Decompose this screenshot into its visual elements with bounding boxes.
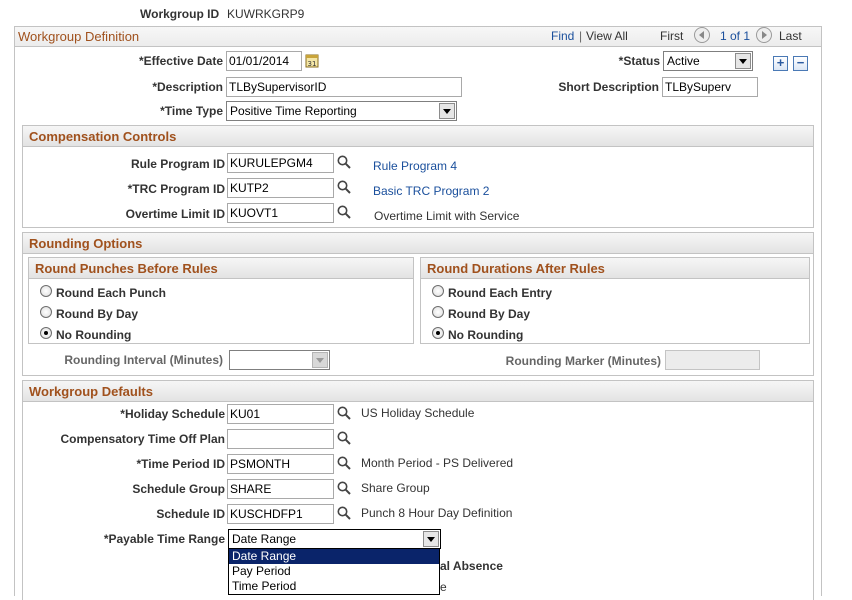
overtime-limit-input[interactable]: KUOVT1	[227, 203, 334, 223]
round-each-punch-radio[interactable]	[40, 285, 52, 297]
round-punches-title: Round Punches Before Rules	[29, 258, 413, 279]
description-input[interactable]: TLBySupervisorID	[226, 77, 462, 97]
trc-program-input[interactable]: KUTP2	[227, 178, 334, 198]
round-each-entry-radio[interactable]	[432, 285, 444, 297]
no-rounding-punch-radio[interactable]	[40, 327, 52, 339]
holiday-schedule-description: US Holiday Schedule	[361, 406, 475, 420]
nav-separator: |	[579, 29, 583, 43]
time-type-label: *Time Type	[160, 104, 223, 118]
short-description-label: Short Description	[558, 80, 659, 94]
rule-program-description[interactable]: Rule Program 4	[373, 159, 457, 173]
time-type-select-value: Positive Time Reporting	[230, 104, 357, 118]
holiday-schedule-label: *Holiday Schedule	[120, 407, 225, 421]
round-durations-title: Round Durations After Rules	[421, 258, 809, 279]
payable-time-range-select[interactable]: Date Range	[228, 529, 441, 549]
schedule-group-description: Share Group	[361, 481, 430, 495]
no-rounding-punch-label: No Rounding	[56, 328, 132, 342]
overtime-limit-description: Overtime Limit with Service	[374, 209, 520, 223]
search-icon[interactable]	[336, 480, 352, 496]
payable-time-range-value: Date Range	[232, 532, 297, 546]
payable-time-range-options[interactable]: Date Range Pay Period Time Period	[228, 548, 440, 595]
time-period-label: *Time Period ID	[136, 457, 225, 471]
workgroup-id-label: Workgroup ID	[140, 7, 220, 21]
rounding-marker-label: Rounding Marker (Minutes)	[505, 354, 661, 368]
status-label: *Status	[618, 54, 660, 68]
chevron-down-icon	[312, 352, 328, 368]
view-all-link[interactable]: View All	[586, 29, 628, 43]
previous-icon[interactable]	[694, 27, 710, 43]
schedule-id-label: Schedule ID	[156, 507, 225, 521]
svg-text:31: 31	[308, 60, 317, 68]
round-by-day-duration-label: Round By Day	[448, 307, 531, 321]
rounding-interval-select[interactable]	[229, 350, 330, 370]
calendar-icon[interactable]: 31	[305, 52, 319, 68]
no-rounding-duration-label: No Rounding	[448, 328, 524, 342]
effective-date-input[interactable]: 01/01/2014	[226, 51, 302, 71]
schedule-group-input[interactable]: SHARE	[227, 479, 334, 499]
page-info: 1 of 1	[720, 29, 751, 43]
option-date-range[interactable]: Date Range	[229, 549, 439, 564]
trc-program-description[interactable]: Basic TRC Program 2	[373, 184, 489, 198]
first-label: First	[660, 29, 684, 43]
chevron-down-icon	[423, 531, 439, 547]
search-icon[interactable]	[336, 505, 352, 521]
definition-title: Workgroup Definition	[18, 29, 140, 44]
round-by-day-duration-radio[interactable]	[432, 306, 444, 318]
rounding-interval-label: Rounding Interval (Minutes)	[64, 353, 223, 367]
chevron-down-icon	[439, 103, 455, 119]
trc-program-label: *TRC Program ID	[127, 182, 225, 196]
description-label: *Description	[152, 80, 223, 94]
rounding-marker-input[interactable]	[665, 350, 760, 370]
round-each-entry-label: Round Each Entry	[448, 286, 553, 300]
rounding-options-title: Rounding Options	[23, 233, 813, 254]
search-icon[interactable]	[336, 154, 352, 170]
round-by-day-punch-radio[interactable]	[40, 306, 52, 318]
round-by-day-punch-label: Round By Day	[56, 307, 139, 321]
option-pay-period[interactable]: Pay Period	[229, 564, 439, 579]
partial-absence-label: al Absence	[440, 559, 503, 573]
time-period-input[interactable]: PSMONTH	[227, 454, 334, 474]
compensation-controls-title: Compensation Controls	[23, 126, 813, 147]
payable-time-range-label: *Payable Time Range	[103, 532, 225, 546]
search-icon[interactable]	[336, 179, 352, 195]
workgroup-defaults-title: Workgroup Defaults	[23, 381, 813, 402]
comp-time-plan-label: Compensatory Time Off Plan	[60, 432, 225, 446]
schedule-id-input[interactable]: KUSCHDFP1	[227, 504, 334, 524]
search-icon[interactable]	[336, 405, 352, 421]
no-rounding-duration-radio[interactable]	[432, 327, 444, 339]
time-period-description: Month Period - PS Delivered	[361, 456, 514, 470]
rule-program-input[interactable]: KURULEPGM4	[227, 153, 334, 173]
add-row-button[interactable]: +	[773, 56, 788, 71]
last-label: Last	[779, 29, 802, 43]
short-description-input[interactable]: TLBySuperv	[662, 77, 758, 97]
status-select-value: Active	[667, 54, 700, 68]
workgroup-id-value: KUWRKGRP9	[227, 7, 305, 21]
schedule-id-description: Punch 8 Hour Day Definition	[361, 506, 513, 520]
time-type-select[interactable]: Positive Time Reporting	[226, 101, 457, 121]
find-link[interactable]: Find	[551, 29, 574, 43]
status-select[interactable]: Active	[663, 51, 753, 71]
round-each-punch-label: Round Each Punch	[56, 286, 167, 300]
delete-row-button[interactable]: −	[793, 56, 808, 71]
chevron-down-icon	[735, 53, 751, 69]
search-icon[interactable]	[336, 430, 352, 446]
hidden-fragment-text: e	[440, 580, 447, 594]
comp-time-plan-input[interactable]	[227, 429, 334, 449]
search-icon[interactable]	[336, 455, 352, 471]
holiday-schedule-input[interactable]: KU01	[227, 404, 334, 424]
effective-date-label: *Effective Date	[138, 54, 223, 68]
schedule-group-label: Schedule Group	[132, 482, 225, 496]
option-time-period[interactable]: Time Period	[229, 579, 439, 594]
rule-program-label: Rule Program ID	[130, 157, 225, 171]
search-icon[interactable]	[336, 204, 352, 220]
overtime-limit-label: Overtime Limit ID	[125, 207, 225, 221]
next-icon[interactable]	[756, 27, 772, 43]
